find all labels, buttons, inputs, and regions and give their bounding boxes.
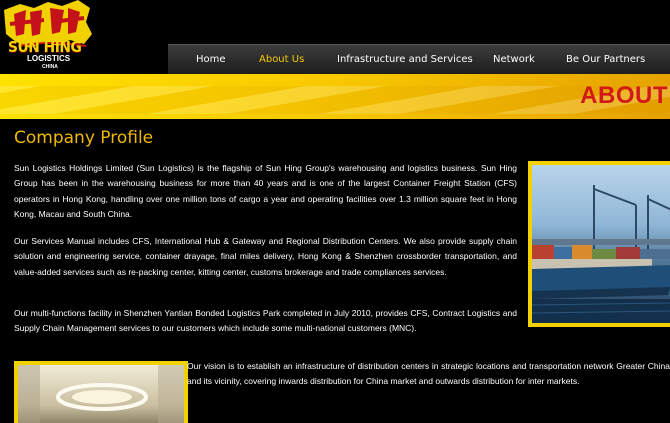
page-banner: ABOUT [0,74,670,119]
main-nav: Home About Us Infrastructure and Service… [168,44,670,75]
logo-subtitle: LOGISTICS [27,54,71,63]
logo-subtitle-2: CHINA [42,64,58,70]
nav-home[interactable]: Home [196,45,226,75]
office-interior-photo [14,361,188,423]
office-interior-illustration [18,365,184,423]
banner-title: ABOUT [580,82,668,109]
nav-about-us[interactable]: About Us [259,45,304,75]
profile-paragraph-3: Our multi-functions facility in Shenzhen… [14,308,517,334]
container-ship-illustration [532,185,670,323]
profile-paragraph-1: Sun Logistics Holdings Limited (Sun Logi… [14,163,517,220]
page-title: Company Profile [14,128,154,148]
banner-stripe-decoration [0,86,670,114]
profile-paragraph-2: Our Services Manual includes CFS, Intern… [14,236,517,277]
sun-hing-logo[interactable]: SUN HING LOGISTICS CHINA [0,0,100,78]
container-ship-photo [528,161,670,327]
nav-infrastructure-and-services[interactable]: Infrastructure and Services [337,45,473,75]
vision-paragraph: Our vision is to establish an infrastruc… [187,361,670,387]
nav-network[interactable]: Network [493,45,535,75]
nav-be-our-partners[interactable]: Be Our Partners [566,45,645,75]
